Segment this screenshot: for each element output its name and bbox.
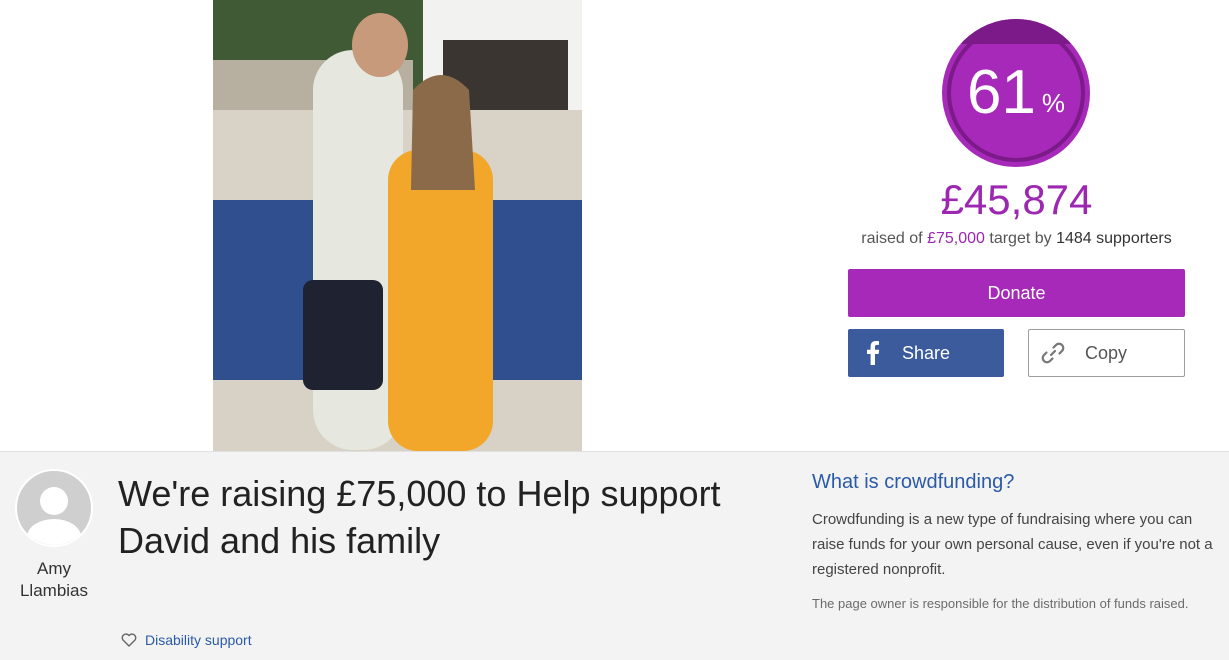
campaign-photo: [213, 0, 582, 451]
campaign-title: We're raising £75,000 to Help support Da…: [118, 473, 721, 561]
target-mid: target by: [989, 230, 1052, 247]
category-link[interactable]: Disability support: [121, 632, 252, 648]
supporter-count: 1484 supporters: [1056, 230, 1172, 247]
owner-name[interactable]: Amy Llambias: [4, 558, 104, 602]
crowdfunding-heading[interactable]: What is crowdfunding?: [812, 469, 1014, 495]
donate-button[interactable]: Donate: [848, 269, 1185, 317]
target-amount: £75,000: [927, 230, 985, 247]
user-avatar-icon[interactable]: [15, 469, 93, 547]
copy-link-button[interactable]: Copy: [1028, 329, 1185, 377]
responsibility-note: The page owner is responsible for the di…: [812, 596, 1189, 611]
raised-summary: raised of £75,000 target by 1484 support…: [830, 229, 1203, 249]
heart-icon: [121, 633, 137, 647]
category-label: Disability support: [145, 632, 252, 648]
progress-sign: %: [1041, 87, 1066, 118]
link-icon: [1029, 340, 1077, 366]
crowdfunding-description: Crowdfunding is a new type of fundraisin…: [812, 511, 1213, 578]
raised-prefix: raised of: [861, 230, 923, 247]
share-label: Share: [902, 342, 951, 363]
facebook-icon: [848, 341, 898, 365]
progress-percent: 61 %: [941, 18, 1091, 168]
facebook-share-button[interactable]: Share: [848, 329, 1004, 377]
copy-label: Copy: [1085, 342, 1128, 363]
progress-number: 61: [966, 58, 1036, 127]
campaign-page: 61 % £45,874 raised of £75,000 target by…: [0, 0, 1229, 660]
raised-amount: £45,874: [940, 176, 1093, 223]
